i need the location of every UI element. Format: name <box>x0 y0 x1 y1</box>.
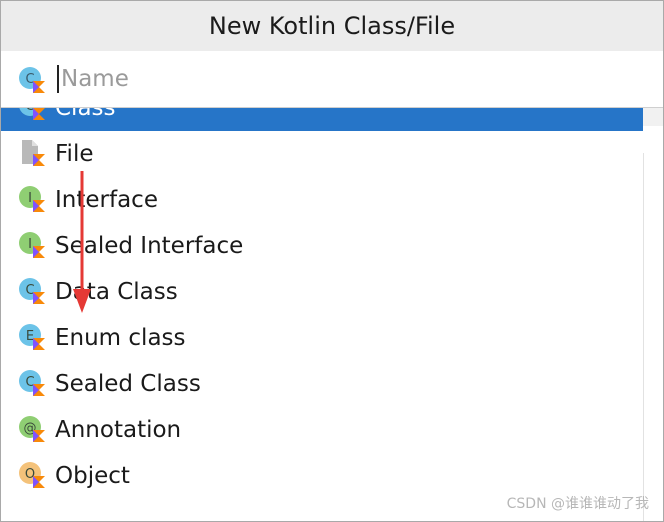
new-kotlin-class-dialog: New Kotlin Class/File C C Class File IInter… <box>0 0 664 522</box>
list-item-sealed-interface[interactable]: I Sealed Interface <box>1 223 643 269</box>
enum-class-icon: E <box>19 324 45 350</box>
svg-text:I: I <box>28 237 32 252</box>
watermark: CSDN @谁谁谁动了我 <box>506 496 649 512</box>
list-item-annotation[interactable]: @ Annotation <box>1 407 643 453</box>
annotation-icon: @ <box>19 416 45 442</box>
class-icon: C <box>19 108 45 120</box>
list-scrollbar[interactable] <box>643 153 663 521</box>
kind-list: C Class File IInterfaceISealed InterfaceCDa… <box>1 108 643 521</box>
data-class-icon: C <box>19 278 45 304</box>
interface-icon: I <box>19 186 45 212</box>
list-item-data-class[interactable]: C Data Class <box>1 269 643 315</box>
object-icon: O <box>19 462 45 488</box>
sealed-class-icon: C <box>19 370 45 396</box>
name-input[interactable] <box>61 61 621 97</box>
svg-text:I: I <box>28 191 32 206</box>
list-item-interface[interactable]: I Interface <box>1 177 643 223</box>
name-search-row: C <box>1 51 663 108</box>
list-item-label: File <box>55 141 94 167</box>
text-caret <box>57 65 59 93</box>
file-icon <box>22 140 45 166</box>
list-item-file[interactable]: File <box>1 131 643 177</box>
sealed-interface-icon: I <box>19 232 45 258</box>
list-item-label: Class <box>55 108 116 121</box>
dialog-title: New Kotlin Class/File <box>1 1 663 51</box>
list-item-label: Annotation <box>55 417 182 443</box>
red-down-arrow-annotation <box>73 171 91 313</box>
list-item-label: Object <box>55 463 130 489</box>
kotlin-class-icon: C <box>19 67 45 93</box>
list-item-label: Sealed Class <box>55 371 201 397</box>
list-item-label: Enum class <box>55 325 186 351</box>
svg-text:E: E <box>26 329 34 344</box>
list-item-class[interactable]: C Class <box>1 108 643 131</box>
list-item-sealed-class[interactable]: C Sealed Class <box>1 361 643 407</box>
list-item-enum-class[interactable]: E Enum class <box>1 315 643 361</box>
